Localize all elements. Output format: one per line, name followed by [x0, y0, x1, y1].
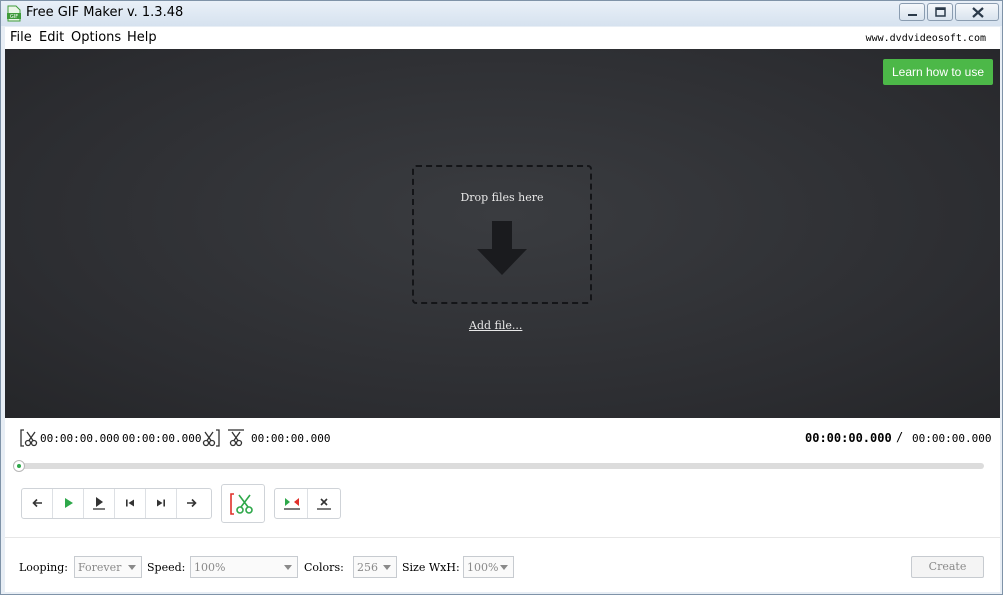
app-window: GIF Free GIF Maker v. 1.3.48 File Edit O… — [0, 0, 1003, 595]
drop-files-label: Drop files here — [460, 191, 544, 204]
control-panel: 00:00:00.000 00:00:00.000 00:00:00.000 0… — [5, 418, 1000, 592]
website-link[interactable]: www.dvdvideosoft.com — [866, 33, 986, 44]
down-arrow-icon — [477, 221, 527, 275]
play-selection-button[interactable] — [84, 489, 115, 518]
cut-scissors-icon — [230, 493, 253, 515]
create-button[interactable]: Create — [911, 556, 984, 578]
duration-time: 00:00:00.000 — [251, 432, 331, 445]
colors-label: Colors: — [304, 561, 344, 574]
looping-label: Looping: — [19, 561, 68, 574]
size-label: Size WxH: — [402, 561, 460, 574]
current-time: 00:00:00.000 — [805, 431, 892, 445]
window-title: Free GIF Maker v. 1.3.48 — [26, 5, 184, 20]
svg-text:GIF: GIF — [10, 14, 18, 20]
time-separator: / — [896, 430, 904, 444]
play-selection-icon — [93, 497, 105, 510]
arrow-right-icon — [187, 498, 197, 508]
size-select[interactable]: 100% — [463, 556, 514, 578]
close-button[interactable] — [955, 3, 999, 21]
playback-controls — [21, 488, 212, 519]
delete-icon — [317, 498, 331, 510]
duration-scissors-icon — [228, 429, 244, 447]
total-time: 00:00:00.000 — [912, 432, 992, 445]
split-icon — [284, 498, 300, 510]
menu-file[interactable]: File — [10, 30, 32, 45]
add-file-link[interactable]: Add file... — [469, 319, 522, 332]
menu-bar: File Edit Options Help www.dvdvideosoft.… — [5, 27, 1000, 49]
timeline-slider[interactable] — [13, 460, 984, 472]
menu-edit[interactable]: Edit — [39, 30, 64, 45]
split-button[interactable] — [275, 489, 308, 518]
timeline-handle[interactable] — [13, 460, 25, 472]
preview-area[interactable]: Learn how to use Drop files here Add fil… — [5, 49, 1000, 418]
skip-start-icon — [126, 499, 134, 507]
speed-label: Speed: — [147, 561, 186, 574]
speed-select[interactable]: 100% — [190, 556, 298, 578]
set-start-scissors-icon[interactable] — [20, 429, 38, 447]
colors-select[interactable]: 256 — [353, 556, 397, 578]
title-bar[interactable]: GIF Free GIF Maker v. 1.3.48 — [1, 1, 1002, 26]
play-icon — [65, 498, 73, 508]
close-icon — [972, 7, 984, 18]
minimize-icon — [908, 14, 917, 16]
delete-segment-button[interactable] — [308, 489, 341, 518]
gif-app-icon: GIF — [7, 5, 21, 22]
step-back-button[interactable] — [22, 489, 53, 518]
panel-divider — [5, 537, 1000, 538]
go-to-start-button[interactable] — [115, 489, 146, 518]
set-end-scissors-icon[interactable] — [202, 429, 220, 447]
drop-zone[interactable]: Drop files here — [412, 165, 592, 304]
minimize-button[interactable] — [899, 3, 925, 21]
maximize-icon — [935, 7, 946, 17]
menu-options[interactable]: Options — [71, 30, 121, 45]
go-to-end-button[interactable] — [146, 489, 177, 518]
end-time[interactable]: 00:00:00.000 — [122, 432, 201, 445]
learn-how-to-use-button[interactable]: Learn how to use — [883, 59, 993, 85]
skip-end-icon — [157, 499, 165, 507]
looping-select[interactable]: Forever — [74, 556, 142, 578]
play-button[interactable] — [53, 489, 84, 518]
start-time[interactable]: 00:00:00.000 — [40, 432, 119, 445]
arrow-left-icon — [32, 498, 42, 508]
trim-row: 00:00:00.000 00:00:00.000 00:00:00.000 0… — [5, 418, 1000, 458]
step-forward-button[interactable] — [177, 489, 208, 518]
menu-help[interactable]: Help — [127, 30, 157, 45]
edit-controls — [274, 488, 341, 519]
maximize-button[interactable] — [927, 3, 953, 21]
cut-button[interactable] — [221, 484, 265, 523]
